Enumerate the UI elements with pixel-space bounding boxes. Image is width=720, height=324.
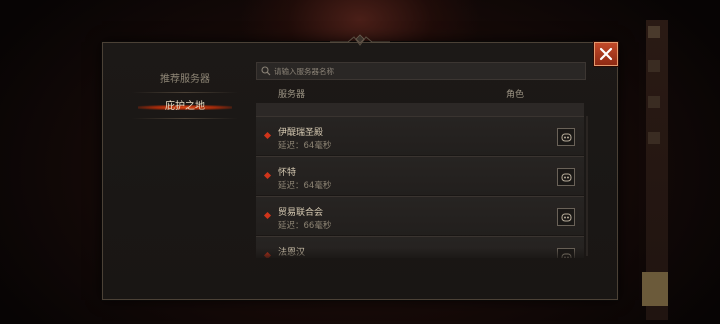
background-slot bbox=[648, 132, 660, 144]
server-name: 伊醍瑞圣殿 bbox=[278, 128, 324, 138]
list-header-bar bbox=[256, 103, 584, 116]
close-button[interactable] bbox=[594, 42, 618, 66]
character-button[interactable] bbox=[557, 208, 575, 226]
close-icon bbox=[599, 47, 613, 61]
server-status-icon bbox=[263, 251, 272, 258]
sidebar-divider bbox=[132, 118, 238, 119]
server-status-icon bbox=[263, 211, 272, 220]
server-name: 怀特 bbox=[278, 168, 297, 178]
server-region-sidebar: 推荐服务器 庇护之地 bbox=[132, 68, 238, 119]
search-input[interactable] bbox=[271, 63, 585, 79]
character-button[interactable] bbox=[557, 128, 575, 146]
server-latency: 延迟：64毫秒 bbox=[278, 181, 332, 191]
server-name: 贸易联合会 bbox=[278, 208, 324, 218]
sidebar-item-sanctuary[interactable]: 庇护之地 bbox=[132, 95, 238, 119]
server-status-icon bbox=[263, 131, 272, 140]
server-status-icon bbox=[263, 171, 272, 180]
server-latency: 延迟：64毫秒 bbox=[278, 141, 332, 151]
server-row[interactable]: 伊醍瑞圣殿 延迟：64毫秒 bbox=[256, 116, 584, 155]
server-row[interactable]: 法恩汉 bbox=[256, 236, 584, 258]
background-slot bbox=[648, 96, 660, 108]
column-header-role: 角色 bbox=[506, 90, 525, 100]
character-button[interactable] bbox=[557, 168, 575, 186]
server-latency: 延迟：66毫秒 bbox=[278, 221, 332, 231]
sidebar-item-label: 庇护之地 bbox=[165, 101, 205, 112]
server-row[interactable]: 贸易联合会 延迟：66毫秒 bbox=[256, 196, 584, 235]
character-button[interactable] bbox=[557, 248, 575, 258]
background-slot bbox=[642, 272, 668, 306]
column-header-server: 服务器 bbox=[278, 90, 306, 100]
character-icon bbox=[561, 173, 571, 181]
list-scrollbar[interactable] bbox=[586, 116, 588, 256]
server-list: 伊醍瑞圣殿 延迟：64毫秒 怀特 延迟：64毫秒 贸易联合会 延迟：66毫秒 法… bbox=[256, 116, 584, 258]
server-row[interactable]: 怀特 延迟：64毫秒 bbox=[256, 156, 584, 195]
background-slot bbox=[648, 26, 660, 38]
sidebar-item-recommended[interactable]: 推荐服务器 bbox=[132, 68, 238, 92]
character-icon bbox=[561, 213, 571, 221]
server-name: 法恩汉 bbox=[278, 248, 306, 258]
character-icon bbox=[561, 133, 571, 141]
sidebar-divider bbox=[132, 92, 238, 93]
sidebar-item-label: 推荐服务器 bbox=[160, 74, 210, 85]
server-search-box[interactable] bbox=[256, 62, 586, 80]
search-icon bbox=[261, 66, 271, 76]
background-slot bbox=[648, 60, 660, 72]
character-icon bbox=[561, 253, 571, 258]
ornament-icon bbox=[330, 34, 390, 46]
list-header: 服务器 角色 bbox=[256, 86, 584, 102]
